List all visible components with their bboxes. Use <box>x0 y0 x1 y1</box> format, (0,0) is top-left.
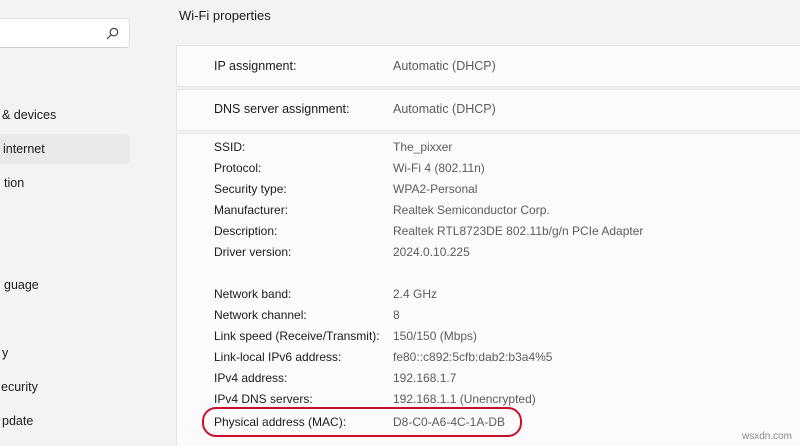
ipv4-dns-servers-row: IPv4 DNS servers: 192.168.1.1 (Unencrypt… <box>214 389 774 409</box>
property-label: Link speed (Receive/Transmit): <box>214 329 380 343</box>
ip-assignment-label: IP assignment: <box>214 59 297 73</box>
property-value: Realtek Semiconductor Corp. <box>393 203 550 217</box>
property-value: The_pixxer <box>393 140 453 154</box>
nav-item-label: & devices <box>2 108 57 122</box>
property-label: IPv4 DNS servers: <box>214 392 313 406</box>
property-label: Driver version: <box>214 245 292 259</box>
ipv4-address-row: IPv4 address: 192.168.1.7 <box>214 368 774 388</box>
nav-item-label: guage <box>4 278 39 292</box>
property-value: WPA2-Personal <box>393 182 478 196</box>
nav-item-label: pdate <box>2 414 34 428</box>
property-value: 2.4 GHz <box>393 287 438 301</box>
ssid-row: SSID: The_pixxer <box>214 137 774 157</box>
protocol-row: Protocol: Wi-Fi 4 (802.11n) <box>214 158 774 178</box>
driver-version-row: Driver version: 2024.0.10.225 <box>214 242 774 262</box>
nav-item-windows-update[interactable]: pdate <box>0 406 130 436</box>
nav-item-network-internet[interactable]: internet <box>0 134 130 164</box>
property-label: Link-local IPv6 address: <box>214 350 342 364</box>
dns-assignment-row: DNS server assignment: Automatic (DHCP) <box>214 99 774 119</box>
network-band-row: Network band: 2.4 GHz <box>214 284 774 304</box>
nav-item-label: tion <box>4 176 25 190</box>
ip-assignment-row: IP assignment: Automatic (DHCP) <box>214 56 774 76</box>
nav-item-time-language[interactable]: guage <box>0 270 130 300</box>
mac-highlight-outline <box>202 407 522 437</box>
nav-item-accessibility[interactable]: y <box>0 338 130 368</box>
dns-assignment-value: Automatic (DHCP) <box>393 102 496 116</box>
description-row: Description: Realtek RTL8723DE 802.11b/g… <box>214 221 774 241</box>
link-local-ipv6-row: Link-local IPv6 address: fe80::c892:5cfb… <box>214 347 774 367</box>
dns-assignment-label: DNS server assignment: <box>214 102 350 116</box>
watermark: wsxdn.com <box>741 431 792 442</box>
property-value: 8 <box>393 308 400 322</box>
property-value: Realtek RTL8723DE 802.11b/g/n PCIe Adapt… <box>393 224 644 238</box>
link-speed-row: Link speed (Receive/Transmit): 150/150 (… <box>214 326 774 346</box>
property-label: SSID: <box>214 140 246 154</box>
security-type-row: Security type: WPA2-Personal <box>214 179 774 199</box>
search-box[interactable] <box>0 18 130 48</box>
ip-assignment-value: Automatic (DHCP) <box>393 59 496 73</box>
nav-item-label: internet <box>3 142 45 156</box>
property-label: Manufacturer: <box>214 203 289 217</box>
property-value: 192.168.1.7 <box>393 371 457 385</box>
nav-item-label: ecurity <box>1 380 38 394</box>
search-input[interactable] <box>5 25 99 43</box>
property-label: Network channel: <box>214 308 307 322</box>
property-value: 2024.0.10.225 <box>393 245 470 259</box>
network-channel-row: Network channel: 8 <box>214 305 774 325</box>
page-title: Wi-Fi properties <box>179 8 271 23</box>
property-value: fe80::c892:5cfb:dab2:b3a4%5 <box>393 350 553 364</box>
search-icon[interactable] <box>105 26 120 41</box>
property-value: Wi-Fi 4 (802.11n) <box>393 161 485 175</box>
property-value: 192.168.1.1 (Unencrypted) <box>393 392 536 406</box>
nav-item-bluetooth-devices[interactable]: & devices <box>0 100 130 130</box>
nav-item-privacy-security[interactable]: ecurity <box>0 372 130 402</box>
property-label: Network band: <box>214 287 292 301</box>
nav-item-personalization[interactable]: tion <box>0 168 130 198</box>
manufacturer-row: Manufacturer: Realtek Semiconductor Corp… <box>214 200 774 220</box>
property-value: 150/150 (Mbps) <box>393 329 478 343</box>
property-label: Description: <box>214 224 278 238</box>
property-label: IPv4 address: <box>214 371 288 385</box>
nav-item-label: y <box>2 346 9 360</box>
property-label: Security type: <box>214 182 287 196</box>
property-label: Protocol: <box>214 161 262 175</box>
sidebar: & devices internet tion guage y ecurity … <box>0 0 162 446</box>
main-pane: Wi-Fi properties IP assignment: Automati… <box>162 0 800 446</box>
